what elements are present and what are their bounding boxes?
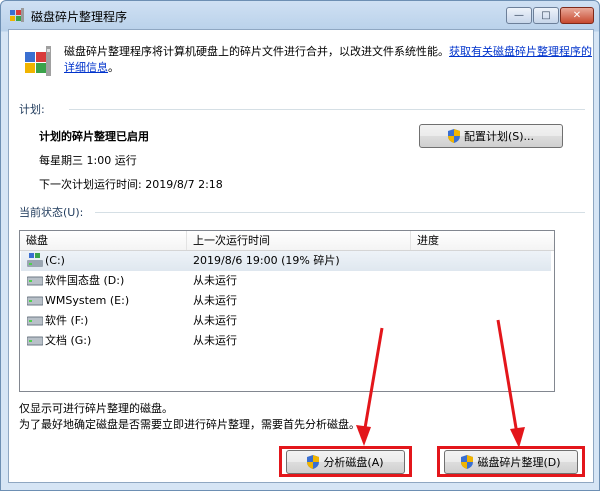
disk-name: WMSystem (E:) <box>45 294 130 307</box>
configure-schedule-label: 配置计划(S)... <box>463 130 535 143</box>
defrag-large-icon <box>25 46 51 76</box>
defrag-app-icon <box>10 8 24 22</box>
current-status-section-label: 当前状态(U): <box>19 206 84 219</box>
intro-period: 。 <box>108 61 119 74</box>
analyze-disk-button[interactable]: 分析磁盘(A) <box>286 450 405 474</box>
disk-last-run: 从未运行 <box>193 294 237 307</box>
disk-name: (C:) <box>45 254 65 267</box>
uac-shield-icon <box>461 455 474 469</box>
disk-row-d[interactable]: 软件国态盘 (D:) 从未运行 <box>21 271 551 291</box>
drive-icon <box>27 276 43 286</box>
maximize-icon: □ <box>541 10 551 21</box>
schedule-status: 计划的碎片整理已启用 <box>39 130 149 143</box>
window-title: 磁盘碎片整理程序 <box>31 10 128 24</box>
analyze-disk-label: 分析磁盘(A) <box>323 456 384 469</box>
drive-icon <box>27 336 43 346</box>
drive-icon <box>27 316 43 326</box>
defragment-disk-button[interactable]: 磁盘碎片整理(D) <box>444 450 578 474</box>
disk-last-run: 2019/8/6 19:00 (19% 碎片) <box>193 254 340 267</box>
disk-name: 软件国态盘 (D:) <box>45 274 125 287</box>
configure-schedule-button[interactable]: 配置计划(S)... <box>419 124 563 148</box>
close-button[interactable]: ✕ <box>560 7 594 24</box>
title-bar: 磁盘碎片整理程序 — □ ✕ <box>1 1 599 29</box>
disk-list[interactable]: 磁盘 上一次运行时间 进度 (C:) 2019/8/6 19:00 (19% 碎… <box>19 230 555 392</box>
schedule-run-time: 每星期三 1:00 运行 <box>39 154 137 167</box>
disk-name: 软件 (F:) <box>45 314 89 327</box>
uac-shield-icon <box>307 455 320 469</box>
schedule-section-label: 计划: <box>19 103 45 116</box>
intro-description: 磁盘碎片整理程序将计算机硬盘上的碎片文件进行合并，以改进文件系统性能。 <box>64 45 449 58</box>
note-line-2: 为了最好地确定磁盘是否需要立即进行碎片整理，需要首先分析磁盘。 <box>19 418 360 431</box>
maximize-button[interactable]: □ <box>533 7 559 24</box>
note-line-1: 仅显示可进行碎片整理的磁盘。 <box>19 402 173 415</box>
drive-icon <box>27 296 43 306</box>
disk-row-g[interactable]: 文档 (G:) 从未运行 <box>21 331 551 351</box>
intro-text: 磁盘碎片整理程序将计算机硬盘上的碎片文件进行合并，以改进文件系统性能。获取有关磁… <box>64 44 594 76</box>
minimize-button[interactable]: — <box>506 7 532 24</box>
uac-shield-icon <box>447 129 460 143</box>
disk-row-f[interactable]: 软件 (F:) 从未运行 <box>21 311 551 331</box>
close-icon: ✕ <box>572 10 582 21</box>
schedule-divider <box>69 109 585 110</box>
system-drive-icon <box>27 253 43 267</box>
client-area: 磁盘碎片整理程序将计算机硬盘上的碎片文件进行合并，以改进文件系统性能。获取有关磁… <box>8 29 594 483</box>
column-disk[interactable]: 磁盘 <box>20 231 187 250</box>
minimize-icon: — <box>514 10 524 21</box>
disk-row-e[interactable]: WMSystem (E:) 从未运行 <box>21 291 551 311</box>
disk-last-run: 从未运行 <box>193 314 237 327</box>
disk-list-header: 磁盘 上一次运行时间 进度 <box>20 231 554 251</box>
schedule-next-run: 下一次计划运行时间: 2019/8/7 2:18 <box>39 178 223 191</box>
disk-last-run: 从未运行 <box>193 274 237 287</box>
column-last-run[interactable]: 上一次运行时间 <box>187 231 411 250</box>
column-progress[interactable]: 进度 <box>411 231 553 250</box>
disk-last-run: 从未运行 <box>193 334 237 347</box>
defrag-window: 磁盘碎片整理程序 — □ ✕ 磁盘碎片整理程序将计算机硬盘上的碎片文件进行合并，… <box>0 0 600 491</box>
defragment-disk-label: 磁盘碎片整理(D) <box>477 456 561 469</box>
disk-name: 文档 (G:) <box>45 334 92 347</box>
status-divider <box>95 212 585 213</box>
disk-row-c[interactable]: (C:) 2019/8/6 19:00 (19% 碎片) <box>21 251 551 271</box>
